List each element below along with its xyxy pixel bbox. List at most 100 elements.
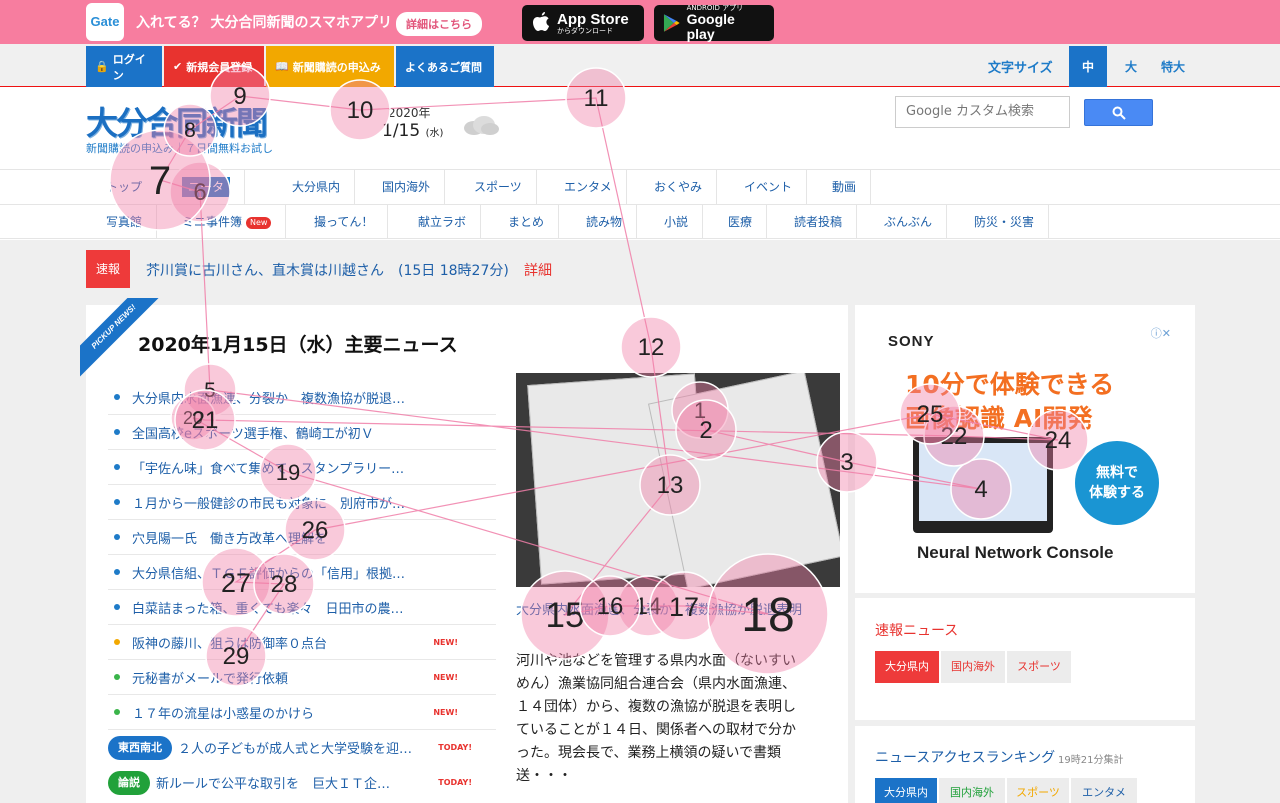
nav-photos[interactable]: 写真館 xyxy=(92,205,158,239)
nav-sports[interactable]: スポーツ xyxy=(460,170,537,204)
date-month-day: 1/15 xyxy=(382,121,421,141)
ad-cta-button[interactable]: 無料で 体験する xyxy=(1075,441,1159,525)
ranking-tab-sports[interactable]: スポーツ xyxy=(1007,778,1069,803)
sony-advertisement[interactable]: SONY ⓘ✕ 10分で体験できる 画像認識 AI開発 無料で 体験する Neu… xyxy=(875,323,1175,575)
ad-info-icon[interactable]: ⓘ✕ xyxy=(1151,325,1171,341)
nav-events[interactable]: イベント xyxy=(730,170,808,204)
date-year: 2020年 xyxy=(388,106,431,120)
fontsize-xlarge[interactable]: 特大 xyxy=(1154,46,1192,87)
tagline-link[interactable]: 新聞購読の申込み｜７日間無料お試し xyxy=(86,140,273,156)
nav-menu-lab[interactable]: 献立ラボ xyxy=(404,205,482,239)
breaking-tab-sports[interactable]: スポーツ xyxy=(1007,651,1071,683)
nav-video[interactable]: 動画 xyxy=(818,170,872,204)
nav-disaster[interactable]: 防災・災害 xyxy=(960,205,1050,239)
column-item[interactable]: 論説 新ルールで公平な取引を 巨大ＩＴ企… TODAY! xyxy=(108,765,496,800)
news-item-text: 穴見陽一氏 働き方改革へ理解を xyxy=(132,531,328,547)
news-photo[interactable] xyxy=(516,373,840,587)
ad-cta-text: 無料で 体験する xyxy=(1089,465,1145,501)
news-item[interactable]: 元秘書がメールで発行依頼 NEW! xyxy=(108,660,496,695)
ranking-tab-domestic[interactable]: 国内海外 xyxy=(939,778,1005,803)
banner-detail-button[interactable]: 詳細はこちら xyxy=(396,12,482,36)
breaking-tab-oita[interactable]: 大分県内 xyxy=(875,651,939,683)
book-icon: 📖 xyxy=(275,60,289,73)
fontsize-medium[interactable]: 中 xyxy=(1069,46,1107,87)
google-play-button[interactable]: ANDROID アプリ Google play xyxy=(654,4,774,42)
column-item-text: ２人の子どもが成人式と大学受験を迎… xyxy=(178,742,413,757)
news-item[interactable]: 白菜詰まった箱、重くても楽々 日田市の農… xyxy=(108,590,496,625)
news-item[interactable]: 大分県信組、ＴＧＦ評価からの「信用」根拠… xyxy=(108,555,496,590)
news-item[interactable]: １月から一般健診の市民も対象に 別府市が… xyxy=(108,485,496,520)
breaking-detail-link[interactable]: 詳細 xyxy=(524,260,552,280)
gate-app-logo[interactable]: Gate xyxy=(86,3,124,41)
nav-novel[interactable]: 小説 xyxy=(650,205,704,239)
date-display: 1/15 (水) xyxy=(382,121,443,141)
article-summary: 河川や池などを管理する県内水面（ないすいめん）漁業協同組合連合会（県内水面漁連、… xyxy=(516,653,796,784)
breaking-news-heading: 速報ニュース xyxy=(875,623,959,639)
ranking-tab-entertainment[interactable]: エンタメ xyxy=(1071,778,1137,803)
nav-domestic-intl[interactable]: 国内海外 xyxy=(368,170,446,204)
ad-brand: SONY xyxy=(888,333,935,350)
new-tag: NEW! xyxy=(433,672,458,682)
login-label: ログイン xyxy=(112,52,146,82)
fontsize-large[interactable]: 大 xyxy=(1112,46,1150,87)
login-button[interactable]: 🔒 ログイン xyxy=(86,46,162,87)
nav-obituaries[interactable]: おくやみ xyxy=(640,170,718,204)
nav-oita[interactable]: 大分県内 xyxy=(278,170,356,204)
breaking-headline[interactable]: 芥川賞に古川さん、直木賞は川越さん (15日 18時27分) xyxy=(146,260,509,280)
app-promo-banner: Gate 入れてる？ 大分合同新聞のスマホアプリ 詳細はこちら App Stor… xyxy=(0,0,1280,44)
nav-reading[interactable]: 読み物 xyxy=(572,205,638,239)
app-store-button[interactable]: App Store からダウンロード xyxy=(522,5,644,41)
laptop-image xyxy=(913,437,1053,533)
news-item[interactable]: 「宇佐ん味」食べて集めて スタンプラリー… xyxy=(108,450,496,485)
app-store-label: App Store xyxy=(557,10,629,28)
ranking-heading: ニュースアクセスランキング xyxy=(875,750,1056,766)
search-button[interactable] xyxy=(1084,99,1153,126)
breaking-tab-domestic[interactable]: 国内海外 xyxy=(941,651,1005,683)
news-item-text: １月から一般健診の市民も対象に 別府市が… xyxy=(132,496,406,512)
bullet-dot xyxy=(114,674,120,680)
photo-caption-link[interactable]: 大分県内水面漁連、分裂か 複数漁協が脱退表明 xyxy=(516,600,840,622)
today-tag: TODAY! xyxy=(438,743,472,752)
category-tag: 東西南北 xyxy=(108,735,172,760)
nav-nita[interactable]: ニータ xyxy=(168,170,246,204)
category-tag: 論説 xyxy=(108,770,150,795)
app-store-sub: からダウンロード xyxy=(557,26,613,35)
news-item-text: 阪神の藤川、狙うは防御率０点台 xyxy=(132,636,328,652)
news-item-text: 大分県内水面漁連、分裂か 複数漁協が脱退… xyxy=(132,391,406,407)
news-item-text: 大分県信組、ＴＧＦ評価からの「信用」根拠… xyxy=(132,566,406,582)
news-item[interactable]: 大分県内水面漁連、分裂か 複数漁協が脱退… xyxy=(108,380,496,415)
column-item[interactable]: 東西南北 ２人の子どもが成人式と大学受験を迎… TODAY! xyxy=(108,730,496,765)
news-item[interactable]: 阪神の藤川、狙うは防御率０点台 NEW! xyxy=(108,625,496,660)
bullet-dot xyxy=(114,604,120,610)
breaking-tag: 速報 xyxy=(86,250,130,288)
news-item[interactable]: 穴見陽一氏 働き方改革へ理解を xyxy=(108,520,496,555)
new-badge: New xyxy=(246,216,272,229)
faq-button[interactable]: よくあるご質問 xyxy=(396,46,494,87)
bullet-dot xyxy=(114,499,120,505)
register-label: 新規会員登録 xyxy=(186,60,253,74)
subscribe-button[interactable]: 📖 新聞購読の申込み xyxy=(266,46,394,87)
site-logo[interactable]: 大分合同新聞 xyxy=(86,98,268,144)
nav-entertainment[interactable]: エンタメ xyxy=(550,170,627,204)
nav-mini-incidents[interactable]: ミニ事件簿 New xyxy=(168,205,287,239)
ad-product-name: Neural Network Console xyxy=(917,543,1114,562)
ranking-tab-oita[interactable]: 大分県内 xyxy=(875,778,937,803)
bullet-dot xyxy=(114,464,120,470)
nav-matome[interactable]: まとめ xyxy=(494,205,560,239)
masthead: 大分合同新聞 新聞購読の申込み｜７日間無料お試し 2020年 1/15 (水) … xyxy=(0,88,1280,170)
google-play-icon xyxy=(663,14,680,32)
fontsize-label: 文字サイズ xyxy=(988,61,1053,76)
register-button[interactable]: ✔ 新規会員登録 xyxy=(164,46,264,87)
news-item-text: 白菜詰まった箱、重くても楽々 日田市の農… xyxy=(132,601,404,617)
bullet-dot xyxy=(114,639,120,645)
nav-shottenn[interactable]: 撮ってん！ xyxy=(300,205,389,239)
nav-top[interactable]: トップ xyxy=(92,170,156,204)
news-item[interactable]: 全国高校eスポーツ選手権、鶴崎工が初Ｖ xyxy=(108,415,496,450)
search-icon xyxy=(1112,106,1126,120)
news-item[interactable]: １７年の流星は小惑星のかけら NEW! xyxy=(108,695,496,730)
search-input[interactable]: Google カスタム検索 xyxy=(895,96,1070,128)
nav-bunbun[interactable]: ぶんぶん xyxy=(870,205,948,239)
primary-nav: トップ ニータ 大分県内 国内海外 スポーツ エンタメ おくやみ イベント 動画 xyxy=(0,169,1280,204)
nav-reader-posts[interactable]: 読者投稿 xyxy=(780,205,858,239)
nav-medical[interactable]: 医療 xyxy=(714,205,768,239)
